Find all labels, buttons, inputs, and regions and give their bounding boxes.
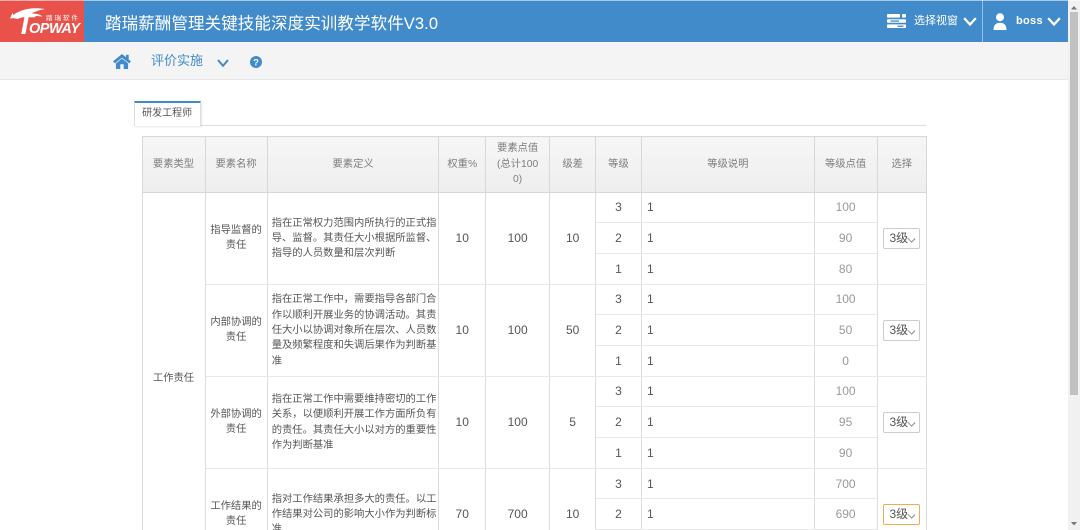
svg-text:踏瑞软件: 踏瑞软件: [46, 13, 80, 22]
svg-text:OPWAY: OPWAY: [29, 21, 81, 37]
svg-text:?: ?: [253, 57, 259, 68]
